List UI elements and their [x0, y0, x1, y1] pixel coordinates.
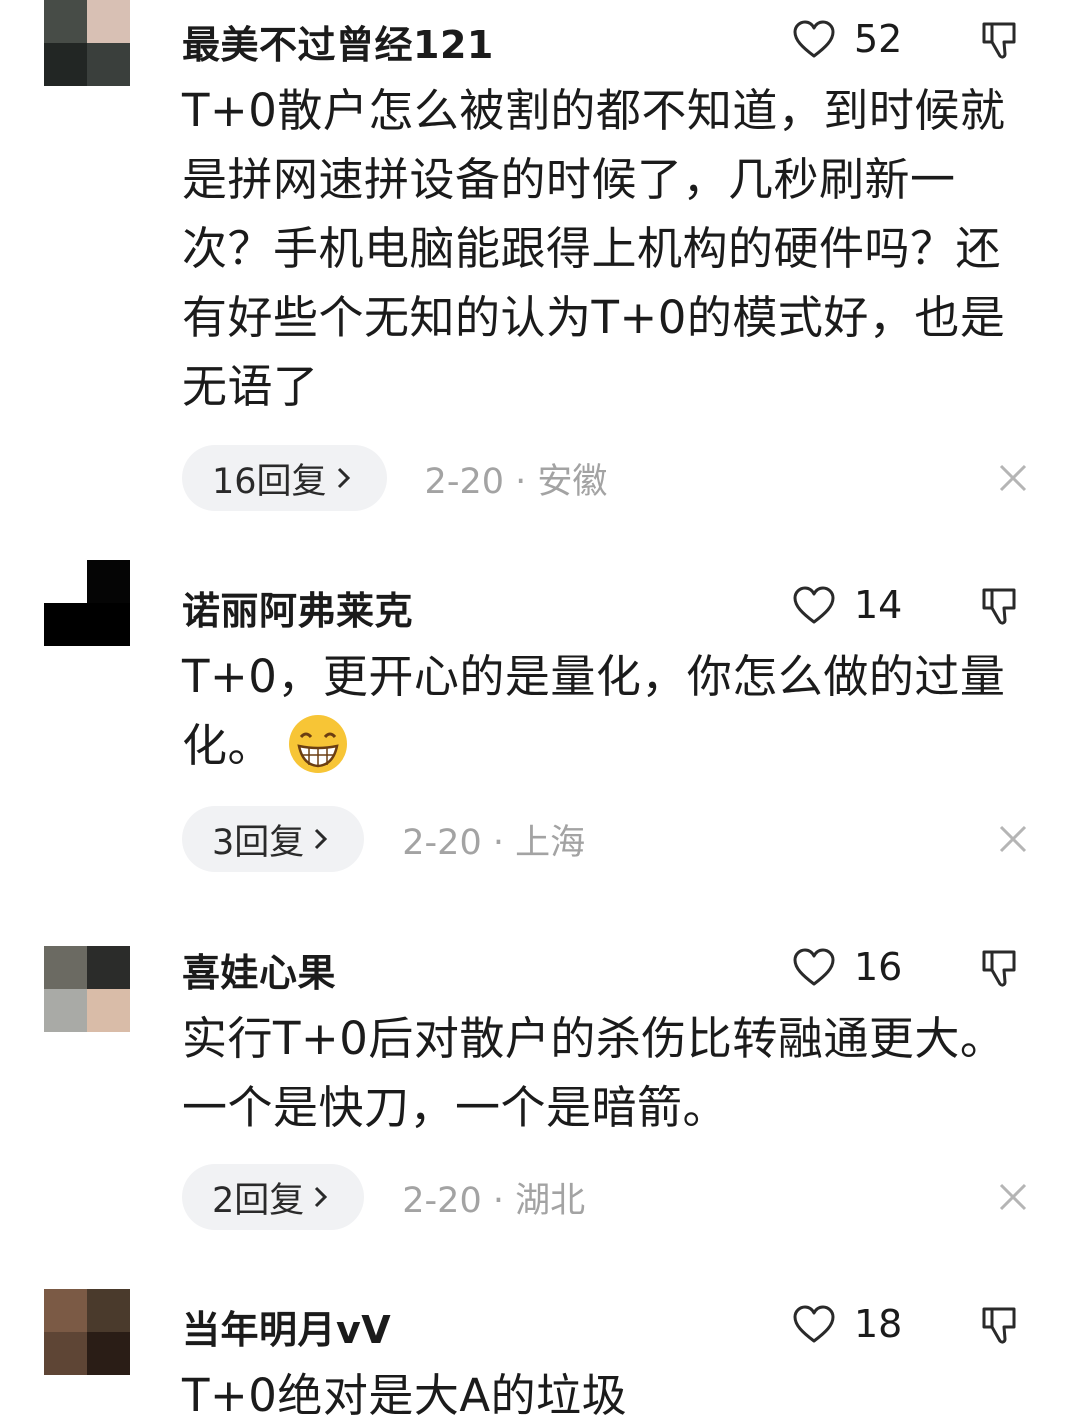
replies-label: 3回复 [212, 822, 305, 863]
like-button[interactable]: 14 [792, 580, 902, 630]
chevron-right-icon [315, 1186, 328, 1208]
comment-item: 当年明月vV 18 T+0绝对是大A的垃圾 [0, 1285, 1079, 1426]
thumbs-down-icon [982, 588, 1016, 625]
replies-label: 2回复 [212, 1180, 305, 1221]
username[interactable]: 最美不过曾经121 [182, 14, 494, 69]
comment-footer: 2回复 2-20 · 湖北 [182, 1164, 585, 1230]
comment-text: T+0散户怎么被割的都不知道，到时候就是拼网速拼设备的时候了，几秒刷新一次？手机… [182, 84, 1006, 413]
like-button[interactable]: 52 [792, 14, 902, 64]
grinning-face-emoji [289, 715, 348, 773]
comment-meta: 2-20 · 湖北 [402, 1180, 586, 1221]
close-icon [999, 464, 1027, 492]
like-count: 16 [854, 945, 903, 989]
close-icon [999, 825, 1027, 853]
close-icon [999, 1183, 1027, 1211]
avatar[interactable] [44, 0, 130, 86]
avatar[interactable] [44, 1289, 130, 1375]
like-button[interactable]: 18 [792, 1299, 902, 1349]
like-count: 14 [854, 583, 903, 627]
heart-outline-icon [793, 20, 835, 58]
heart-outline-icon [793, 948, 835, 986]
dislike-button[interactable] [978, 1299, 1028, 1349]
comment-footer: 16回复 2-20 · 安徽 [182, 445, 607, 511]
like-count: 52 [854, 17, 903, 61]
dismiss-button[interactable] [998, 1182, 1028, 1212]
comment-text: T+0绝对是大A的垃圾 [182, 1369, 628, 1422]
replies-button[interactable]: 16回复 [182, 445, 387, 511]
thumbs-down-icon [982, 22, 1016, 59]
avatar[interactable] [44, 560, 130, 646]
replies-label: 16回复 [212, 461, 327, 502]
like-button[interactable]: 16 [792, 942, 902, 992]
dislike-button[interactable] [978, 942, 1028, 992]
heart-outline-icon [793, 586, 835, 624]
replies-button[interactable]: 2回复 [182, 1164, 365, 1230]
replies-button[interactable]: 3回复 [182, 806, 365, 872]
heart-outline-icon [793, 1305, 835, 1343]
dismiss-button[interactable] [998, 824, 1028, 854]
dislike-button[interactable] [978, 580, 1028, 630]
thumbs-down-icon [982, 1307, 1016, 1344]
thumbs-down-icon [982, 950, 1016, 987]
comment-footer: 3回复 2-20 · 上海 [182, 806, 585, 872]
chevron-right-icon [337, 467, 350, 489]
dismiss-button[interactable] [998, 463, 1028, 493]
avatar[interactable] [44, 946, 130, 1032]
dislike-button[interactable] [978, 14, 1028, 64]
comment-meta: 2-20 · 上海 [402, 822, 586, 863]
comment-meta: 2-20 · 安徽 [424, 461, 608, 502]
username[interactable]: 喜娃心果 [182, 942, 336, 997]
username[interactable]: 诺丽阿弗莱克 [182, 580, 413, 635]
comment-text: 实行T+0后对散户的杀伤比转融通更大。一个是快刀，一个是暗箭。 [182, 1012, 1006, 1134]
username[interactable]: 当年明月vV [182, 1299, 391, 1354]
chevron-right-icon [315, 828, 328, 850]
like-count: 18 [854, 1302, 903, 1346]
comment-text: T+0，更开心的是量化，你怎么做的过量化。 [182, 642, 1042, 780]
